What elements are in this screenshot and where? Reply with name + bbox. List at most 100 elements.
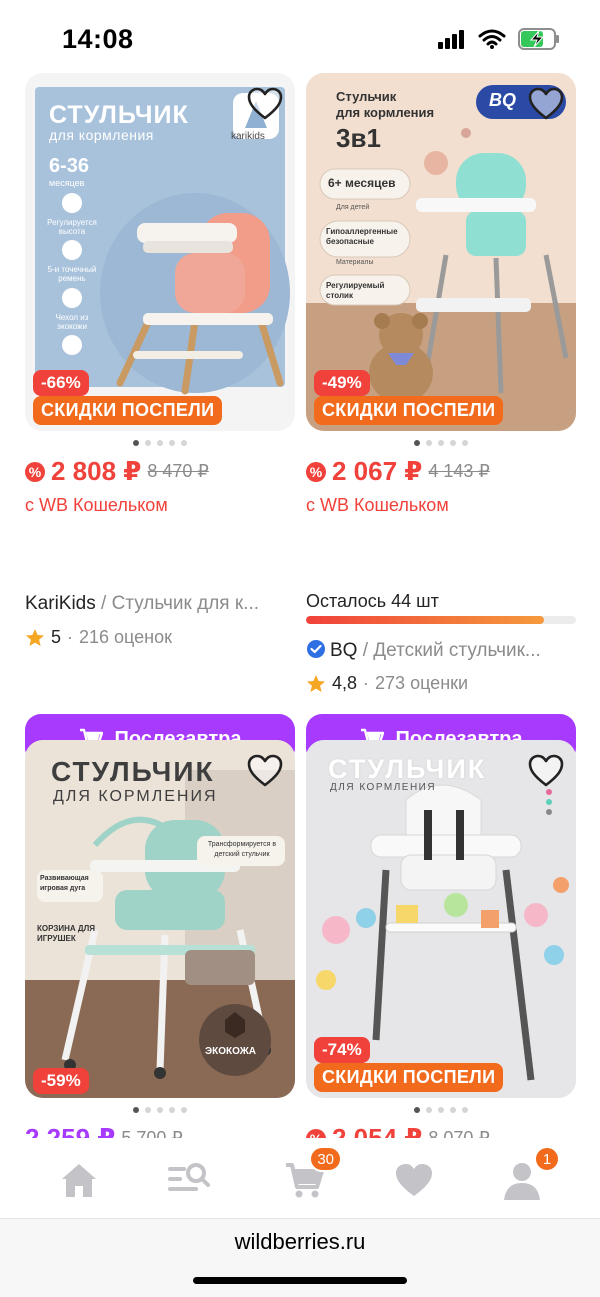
product-image[interactable]: СТУЛЬЧИК ДЛЯ КОРМЛЕНИЯ -74% СКИДКИ ПОСПЕ… — [306, 740, 576, 1098]
product-title[interactable]: KariKids / Стульчик для к... — [25, 593, 295, 615]
product-card[interactable]: Стульчик для кормления 3в1 BQ 6+ месяцев… — [306, 73, 576, 764]
wallet-note: с WB Кошельком — [306, 495, 449, 515]
image-headline: СТУЛЬЧИК — [51, 756, 215, 787]
tab-profile[interactable]: 1 — [500, 1146, 560, 1202]
pagination-dot — [450, 1107, 456, 1113]
pagination-dot — [157, 1107, 163, 1113]
price-row: % 2 067 ₽ 4 143 ₽ — [306, 456, 490, 487]
image-feature: 5-и точечный ремень — [47, 265, 97, 283]
tab-favorites[interactable] — [392, 1158, 436, 1202]
product-title[interactable]: BQ / Детский стульчик... — [306, 639, 576, 662]
image-feature: Чехол из экокожи — [55, 313, 89, 331]
image-logo-text: karikids — [231, 131, 265, 142]
image-feature: КОРЗИНА ДЛЯ ИГРУШЕК — [37, 924, 95, 943]
product-card[interactable]: СТУЛЬЧИК ДЛЯ КОРМЛЕНИЯ -74% СКИДКИ ПОСПЕ… — [306, 740, 576, 1138]
favorites-icon — [396, 1164, 432, 1196]
wallet-note: с WB Кошельком — [25, 495, 168, 515]
pagination-dot — [426, 1107, 432, 1113]
bottom-tab-bar: 30 1 — [0, 1138, 600, 1218]
image-big-text: 3в1 — [336, 123, 381, 153]
profile-notification-badge: 1 — [534, 1146, 560, 1172]
pagination-dot — [438, 1107, 444, 1113]
star-icon — [26, 628, 44, 646]
url-text[interactable]: wildberries.ru — [0, 1229, 600, 1255]
tab-cart[interactable]: 30 — [282, 1146, 342, 1202]
wallet-discount-icon: % — [306, 461, 326, 482]
brand-name: KariKids — [25, 593, 96, 614]
rating-separator: · — [363, 673, 370, 693]
image-age: 6-36 — [49, 155, 90, 177]
image-subheadline: для кормления — [336, 105, 435, 120]
signal-icon — [438, 30, 464, 49]
tab-home[interactable] — [57, 1158, 101, 1202]
product-image[interactable]: СТУЛЬЧИК для кормления karikids 6-36 мес… — [25, 73, 295, 431]
image-subheadline: для кормления — [49, 127, 154, 143]
image-logo-text: BQ — [489, 90, 516, 110]
current-price: 2 808 ₽ — [51, 456, 142, 486]
status-icons — [438, 28, 560, 50]
image-feature: Гипоаллергенные безопасные — [326, 227, 398, 246]
pagination-dot — [450, 440, 456, 446]
image-feature: Регулируется высота — [47, 218, 97, 236]
stock-remaining: Осталось 44 шт — [306, 591, 439, 611]
image-age-unit: месяцев — [49, 178, 85, 188]
price-row: % 2 054 ₽ 8 070 ₽ — [306, 1123, 490, 1138]
star-icon — [307, 674, 325, 692]
wifi-icon — [478, 29, 506, 49]
product-card[interactable]: СТУЛЬЧИК ДЛЯ КОРМЛЕНИЯ Трансформируется … — [25, 740, 295, 1138]
promo-badge: СКИДКИ ПОСПЕЛИ — [314, 1063, 504, 1092]
product-image[interactable]: СТУЛЬЧИК ДЛЯ КОРМЛЕНИЯ Трансформируется … — [25, 740, 295, 1098]
favorite-heart-icon[interactable] — [247, 87, 283, 121]
old-price: 5 700 ₽ — [121, 1128, 183, 1138]
image-feature: Развивающая игровая дуга — [40, 875, 89, 892]
stock-progress-bar — [306, 616, 576, 624]
rating: 4,8 · 273 оценки — [306, 673, 468, 694]
tab-catalog[interactable] — [166, 1158, 210, 1202]
pagination-dot — [169, 1107, 175, 1113]
pagination-dot — [145, 1107, 151, 1113]
battery-charging-icon — [518, 28, 559, 50]
cart-count-badge: 30 — [309, 1146, 342, 1172]
product-image[interactable]: Стульчик для кормления 3в1 BQ 6+ месяцев… — [306, 73, 576, 431]
pagination-dot — [169, 440, 175, 446]
price-row: 2 259 ₽ 5 700 ₽ — [25, 1123, 183, 1138]
brand-name: BQ — [330, 640, 358, 661]
discount-badge: -66% — [33, 370, 89, 396]
image-headline: СТУЛЬЧИК — [49, 101, 189, 129]
pagination-dot — [426, 440, 432, 446]
image-pagination — [25, 1107, 295, 1113]
catalog-search-icon — [168, 1163, 210, 1191]
pagination-dot — [133, 1107, 139, 1113]
old-price: 4 143 ₽ — [428, 461, 490, 481]
image-pagination — [25, 440, 295, 446]
current-price: 2 067 ₽ — [332, 456, 423, 486]
wallet-discount-icon: % — [306, 1128, 326, 1138]
image-feature: Трансформируется в детский стульчик — [207, 841, 277, 858]
old-price: 8 070 ₽ — [428, 1128, 490, 1138]
image-feature: ЭКОКОЖА — [205, 1046, 257, 1057]
favorite-heart-icon[interactable] — [528, 754, 564, 788]
stock-progress-fill — [306, 616, 544, 624]
discount-badge: -59% — [33, 1068, 89, 1094]
review-count: 216 оценок — [79, 627, 173, 647]
browser-url-bar[interactable]: wildberries.ru — [0, 1218, 600, 1297]
image-feature: Регулируемый столик — [326, 281, 385, 300]
image-feature: 6+ месяцев — [328, 176, 396, 190]
pagination-dot — [157, 440, 163, 446]
home-indicator — [193, 1277, 407, 1284]
promo-badge: СКИДКИ ПОСПЕЛИ — [314, 396, 504, 425]
image-subheadline: ДЛЯ КОРМЛЕНИЯ — [53, 788, 218, 805]
review-count: 273 оценки — [375, 673, 469, 693]
product-card[interactable]: СТУЛЬЧИК для кормления karikids 6-36 мес… — [25, 73, 295, 764]
image-pagination — [306, 440, 576, 446]
discount-badge: -74% — [314, 1037, 370, 1063]
pagination-dot — [462, 440, 468, 446]
pagination-dot — [414, 1107, 420, 1113]
favorite-heart-icon[interactable] — [528, 87, 564, 121]
price-row: % 2 808 ₽ 8 470 ₽ — [25, 456, 209, 487]
favorite-heart-icon[interactable] — [247, 754, 283, 788]
image-headline: СТУЛЬЧИК — [328, 754, 487, 784]
image-subheadline: ДЛЯ КОРМЛЕНИЯ — [330, 782, 437, 793]
verified-brand-icon — [307, 640, 325, 658]
pagination-dot — [181, 440, 187, 446]
